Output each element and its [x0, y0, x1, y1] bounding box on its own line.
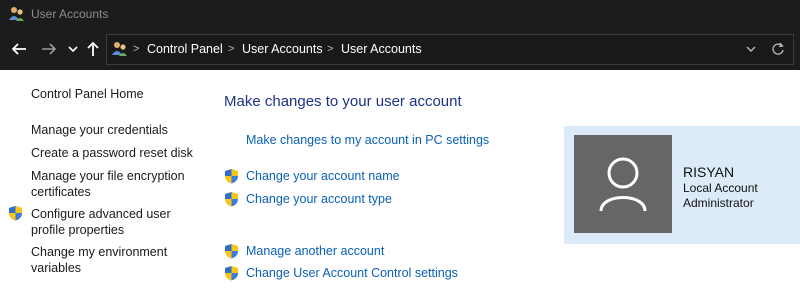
account-role: Administrator	[683, 196, 754, 210]
pc-settings-link[interactable]: Make changes to my account in PC setting…	[246, 133, 489, 147]
title-bar: User Accounts	[0, 0, 800, 30]
breadcrumb-user-accounts[interactable]: User Accounts	[242, 42, 323, 56]
manage-credentials-link[interactable]: Manage your credentials	[31, 122, 168, 138]
chevron-down-icon[interactable]	[66, 40, 80, 58]
refresh-icon[interactable]	[771, 42, 785, 56]
change-account-type-link[interactable]: Change your account type	[246, 192, 392, 206]
uac-shield-icon	[225, 169, 238, 184]
uac-shield-icon	[225, 192, 238, 207]
chevron-down-icon[interactable]	[745, 43, 757, 55]
breadcrumb-separator: >	[228, 43, 235, 55]
account-name: RISYAN	[683, 164, 735, 180]
breadcrumb-user-accounts-current[interactable]: User Accounts	[341, 42, 422, 56]
breadcrumb-separator: >	[327, 43, 334, 55]
breadcrumb-control-panel[interactable]: Control Panel	[147, 42, 223, 56]
uac-settings-link[interactable]: Change User Account Control settings	[246, 266, 458, 280]
password-reset-disk-link[interactable]: Create a password reset disk	[31, 145, 193, 161]
uac-shield-icon	[225, 266, 238, 281]
users-icon	[9, 7, 24, 21]
window-title: User Accounts	[31, 7, 109, 21]
up-arrow-icon[interactable]	[84, 40, 102, 58]
user-avatar-icon	[599, 157, 647, 212]
breadcrumb-separator: >	[133, 43, 140, 55]
change-account-name-link[interactable]: Change your account name	[246, 169, 400, 183]
file-encryption-certificates-link[interactable]: Manage your file encryption certificates	[31, 168, 191, 200]
account-type: Local Account	[683, 181, 758, 195]
manage-another-account-link[interactable]: Manage another account	[246, 244, 384, 258]
uac-shield-icon	[225, 244, 238, 259]
back-arrow-icon[interactable]	[10, 40, 28, 58]
page-heading: Make changes to your user account	[224, 93, 462, 110]
uac-shield-icon	[9, 206, 22, 221]
avatar	[574, 135, 672, 233]
address-bar[interactable]: > Control Panel > User Accounts > User A…	[106, 34, 794, 65]
environment-variables-link[interactable]: Change my environment variables	[31, 244, 191, 276]
advanced-user-profile-link[interactable]: Configure advanced user profile properti…	[31, 206, 191, 238]
users-icon	[112, 42, 127, 56]
forward-arrow-icon[interactable]	[40, 40, 58, 58]
navigation-bar: > Control Panel > User Accounts > User A…	[0, 30, 800, 70]
control-panel-home-link[interactable]: Control Panel Home	[31, 86, 144, 102]
